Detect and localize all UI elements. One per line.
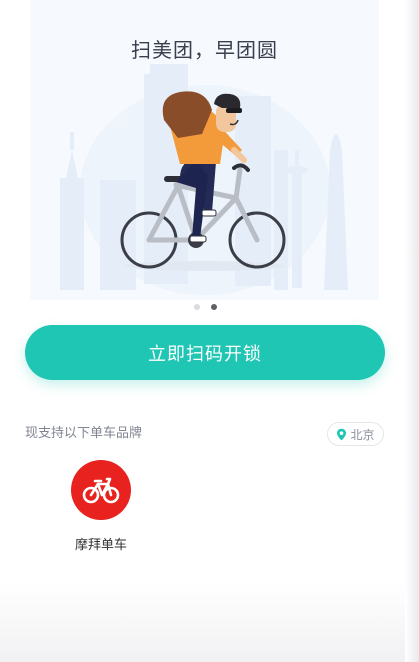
city-selector[interactable]: 北京	[327, 422, 384, 446]
mobike-logo	[71, 460, 131, 520]
promo-banner[interactable]: 扫美团，早团圆	[30, 0, 379, 300]
supported-brands-label: 现支持以下单车品牌	[25, 426, 143, 441]
pager-dot-active[interactable]	[211, 304, 217, 310]
banner-title: 扫美团，早团圆	[131, 38, 278, 62]
location-pin-icon	[337, 428, 347, 440]
page-bottom-fade	[0, 582, 419, 662]
scroll-edge-shadow	[405, 0, 419, 662]
brand-item-mobike[interactable]: 摩拜单车	[69, 460, 133, 553]
city-label: 北京	[350, 427, 375, 442]
brand-name: 摩拜单车	[74, 538, 127, 553]
banner-pager[interactable]	[191, 304, 221, 312]
scan-unlock-button[interactable]: 立即扫码开锁	[25, 325, 385, 380]
pager-dot[interactable]	[194, 304, 200, 310]
